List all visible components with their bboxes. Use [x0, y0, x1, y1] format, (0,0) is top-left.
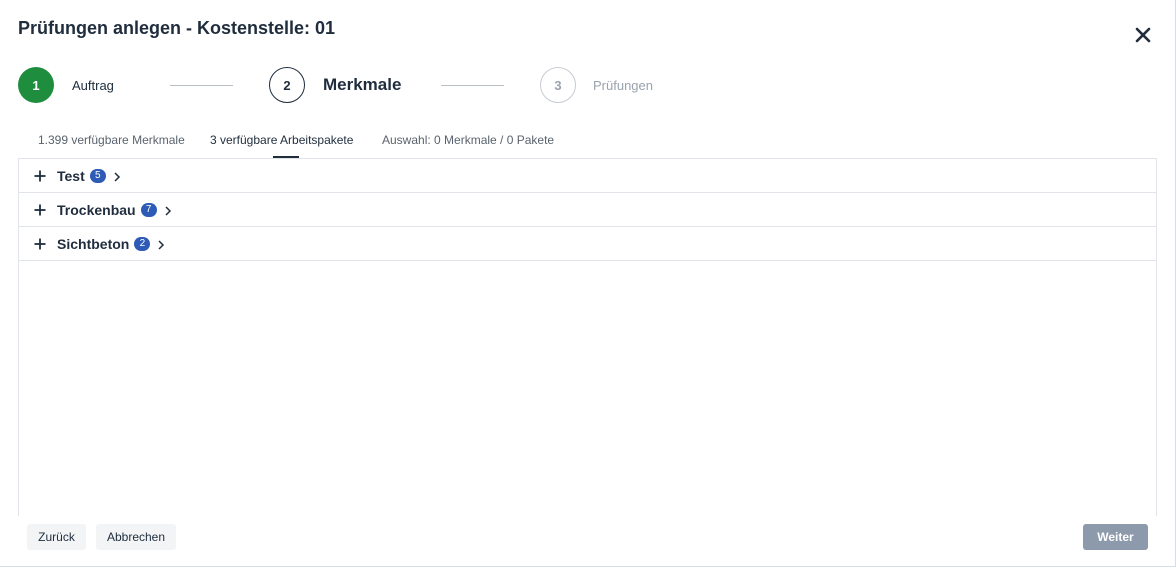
list-item[interactable]: Test 5: [19, 159, 1156, 193]
package-name: Sichtbeton: [57, 235, 130, 252]
create-inspections-dialog: Prüfungen anlegen - Kostenstelle: 01 1 A…: [0, 0, 1176, 567]
step-connector-2: [441, 85, 504, 86]
count-badge: 7: [140, 202, 157, 217]
tab-label: 3 verfügbare Arbeitspakete: [210, 133, 354, 147]
tab-label: Auswahl: 0 Merkmale / 0 Pakete: [382, 133, 555, 147]
plus-icon[interactable]: [33, 203, 47, 217]
cancel-button[interactable]: Abbrechen: [96, 524, 176, 550]
list-item[interactable]: Trockenbau 7: [19, 193, 1156, 227]
package-name: Test: [57, 167, 85, 184]
plus-icon[interactable]: [33, 237, 47, 251]
step-1-label: Auftrag: [72, 77, 114, 93]
next-button[interactable]: Weiter: [1083, 524, 1148, 550]
chevron-right-icon[interactable]: [164, 204, 172, 216]
chevron-right-icon[interactable]: [157, 238, 165, 250]
package-name: Trockenbau: [57, 201, 136, 218]
chevron-right-icon[interactable]: [113, 170, 121, 182]
step-3-circle: 3: [540, 67, 576, 103]
plus-icon[interactable]: [33, 169, 47, 183]
tab-available-features[interactable]: 1.399 verfügbare Merkmale: [38, 128, 185, 158]
list-item[interactable]: Sichtbeton 2: [19, 227, 1156, 261]
count-badge: 2: [134, 236, 151, 251]
step-2-circle: 2: [269, 67, 305, 103]
tab-label: 1.399 verfügbare Merkmale: [38, 133, 185, 147]
step-3-label: Prüfungen: [593, 77, 653, 93]
step-2-label: Merkmale: [323, 75, 402, 94]
dialog-title: Prüfungen anlegen - Kostenstelle: 01: [18, 18, 336, 38]
step-connector-1: [170, 85, 233, 86]
work-package-list: Test 5 Trockenbau 7 Sichtbeton 2: [18, 158, 1157, 516]
close-icon[interactable]: [1130, 22, 1156, 48]
step-1-circle: 1: [18, 67, 54, 103]
tab-selection[interactable]: Auswahl: 0 Merkmale / 0 Pakete: [382, 128, 554, 158]
count-badge: 5: [89, 168, 106, 183]
back-button[interactable]: Zurück: [27, 524, 86, 550]
tab-available-work-packages[interactable]: 3 verfügbare Arbeitspakete: [210, 128, 353, 158]
